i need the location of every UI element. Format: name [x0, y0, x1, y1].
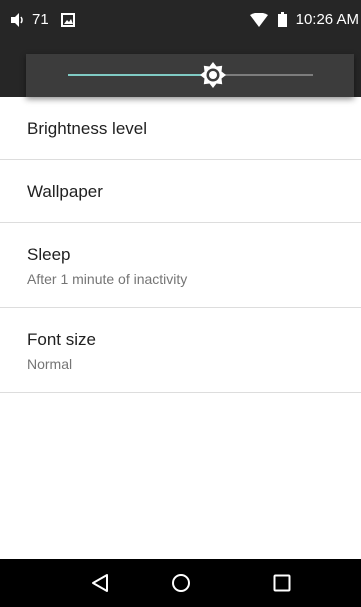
brightness-icon[interactable] — [198, 60, 228, 90]
display-settings-screen: 71 10:26 AM Brightness level Wallpaper S… — [0, 0, 361, 607]
volume-level: 71 — [32, 11, 49, 28]
status-right: 10:26 AM — [249, 11, 359, 28]
setting-summary: After 1 minute of inactivity — [27, 271, 188, 287]
brightness-slider-fill — [68, 74, 213, 76]
setting-wallpaper[interactable]: Wallpaper — [0, 160, 361, 223]
setting-title: Wallpaper — [27, 182, 103, 201]
setting-title: Font size — [27, 330, 96, 349]
setting-brightness-level[interactable]: Brightness level — [0, 97, 361, 160]
status-bar: 71 10:26 AM — [0, 0, 361, 44]
image-notification-icon — [60, 12, 75, 27]
setting-title: Sleep — [27, 245, 71, 264]
brightness-slider[interactable] — [68, 62, 313, 88]
brightness-panel — [26, 54, 354, 97]
settings-list: Brightness level Wallpaper Sleep After 1… — [0, 97, 361, 393]
volume-icon — [10, 12, 26, 28]
wifi-icon — [249, 12, 268, 27]
setting-font-size[interactable]: Font size Normal — [0, 308, 361, 393]
navigation-bar — [0, 559, 361, 607]
setting-title: Brightness level — [27, 119, 148, 138]
back-icon[interactable] — [88, 571, 112, 595]
home-icon[interactable] — [169, 571, 193, 595]
setting-summary: Normal — [27, 356, 73, 372]
status-left: 71 — [10, 11, 75, 28]
recents-icon[interactable] — [270, 571, 294, 595]
battery-icon — [277, 12, 287, 27]
clock: 10:26 AM — [295, 11, 359, 28]
setting-sleep[interactable]: Sleep After 1 minute of inactivity — [0, 223, 361, 308]
